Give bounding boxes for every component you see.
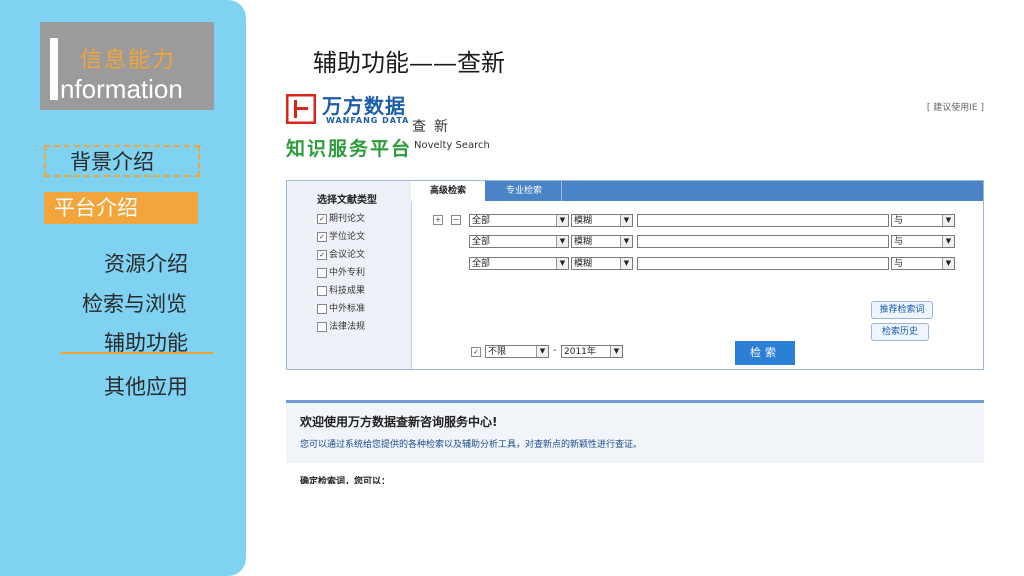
- field-select[interactable]: 全部 ▼: [469, 257, 569, 270]
- keyword-input[interactable]: [637, 235, 889, 248]
- logic-select[interactable]: 与 ▼: [891, 235, 955, 248]
- logic-select[interactable]: 与 ▼: [891, 214, 955, 227]
- nav-item-search-browse[interactable]: 检索与浏览: [82, 288, 187, 318]
- dropdown-arrow-icon: ▼: [556, 258, 568, 269]
- search-tabbar: 高级检索 专业检索: [411, 181, 983, 201]
- year-checkbox-icon[interactable]: ✓: [471, 347, 481, 357]
- year-from-select[interactable]: 不限 ▼: [485, 345, 549, 358]
- ie-hint: [ 建议使用IE ]: [926, 103, 984, 113]
- recommend-terms-button[interactable]: 推荐检索词: [871, 301, 933, 319]
- year-to-select[interactable]: 2011年 ▼: [561, 345, 623, 358]
- knowledge-platform: 知识服务平台: [286, 138, 413, 160]
- search-history-button[interactable]: 检索历史: [871, 323, 929, 341]
- logo-i-mark: [50, 38, 58, 100]
- welcome-title: 欢迎使用万方数据查新咨询服务中心!: [300, 415, 498, 429]
- match-select[interactable]: 模糊 ▼: [571, 214, 633, 227]
- checkbox-icon[interactable]: [317, 303, 327, 314]
- dropdown-arrow-icon: ▼: [942, 258, 954, 269]
- welcome-box: 欢迎使用万方数据查新咨询服务中心! 您可以通过系统给您提供的各种检索以及辅助分析…: [286, 403, 984, 463]
- dropdown-arrow-icon: ▼: [942, 236, 954, 247]
- dropdown-arrow-icon: ▼: [556, 215, 568, 226]
- nav-item-resources[interactable]: 资源介绍: [104, 248, 188, 278]
- checkbox-checked-icon[interactable]: ✓: [317, 231, 327, 242]
- doc-type-option[interactable]: ✓ 期刊论文: [317, 211, 365, 224]
- nav-item-other[interactable]: 其他应用: [104, 371, 188, 401]
- doc-type-option[interactable]: 中外专利: [317, 265, 365, 278]
- novelty-label: Novelty Search: [414, 140, 490, 151]
- dropdown-arrow-icon: ▼: [942, 215, 954, 226]
- novelty-search-screenshot: 万方数据 WANFANG DATA 查新 知识服务平台 Novelty Sear…: [286, 90, 984, 490]
- match-select[interactable]: 模糊 ▼: [571, 257, 633, 270]
- logic-select[interactable]: 与 ▼: [891, 257, 955, 270]
- field-select[interactable]: 全部 ▼: [469, 235, 569, 248]
- remove-row-icon[interactable]: −: [451, 215, 461, 225]
- slide-title: 辅助功能——查新: [313, 49, 505, 77]
- nav-item-platform[interactable]: 平台介绍: [44, 192, 198, 224]
- doc-type-option[interactable]: 法律法规: [317, 319, 365, 332]
- welcome-subtitle: 您可以通过系统给您提供的各种检索以及辅助分析工具，对查新点的新颖性进行查证。: [300, 440, 643, 450]
- dropdown-arrow-icon: ▼: [536, 346, 548, 357]
- tab-advanced-search[interactable]: 高级检索: [411, 181, 485, 201]
- dropdown-arrow-icon: ▼: [620, 236, 632, 247]
- logo-english-text: nformation: [60, 74, 183, 104]
- tab-professional-search[interactable]: 专业检索: [487, 181, 562, 201]
- keyword-input[interactable]: [637, 214, 889, 227]
- doc-type-column: 选择文献类型 ✓ 期刊论文 ✓ 学位论文 ✓ 会议论文 中外专利 科技成果 中外标准 …: [287, 181, 412, 369]
- year-separator: -: [553, 345, 557, 356]
- doc-type-option[interactable]: ✓ 会议论文: [317, 247, 365, 260]
- doc-type-option[interactable]: 科技成果: [317, 283, 365, 296]
- doc-type-option[interactable]: 中外标准: [317, 301, 365, 314]
- dropdown-arrow-icon: ▼: [610, 346, 622, 357]
- search-button[interactable]: 检索: [735, 341, 795, 365]
- checkbox-icon[interactable]: [317, 267, 327, 278]
- checkbox-icon[interactable]: [317, 321, 327, 332]
- dropdown-arrow-icon: ▼: [556, 236, 568, 247]
- logo-chinese-text: 信息能力: [80, 48, 177, 73]
- dropdown-arrow-icon: ▼: [620, 215, 632, 226]
- brand-name: 万方数据: [322, 94, 406, 118]
- match-select[interactable]: 模糊 ▼: [571, 235, 633, 248]
- checkbox-icon[interactable]: [317, 285, 327, 296]
- add-row-icon[interactable]: +: [433, 215, 443, 225]
- wanfang-logo-icon: [286, 94, 316, 124]
- doc-type-title: 选择文献类型: [317, 195, 377, 206]
- field-select[interactable]: 全部 ▼: [469, 214, 569, 227]
- check-label: 查新: [412, 119, 456, 135]
- dropdown-arrow-icon: ▼: [620, 258, 632, 269]
- doc-type-option[interactable]: ✓ 学位论文: [317, 229, 365, 242]
- checkbox-checked-icon[interactable]: ✓: [317, 213, 327, 224]
- checkbox-checked-icon[interactable]: ✓: [317, 249, 327, 260]
- sidebar: 信息能力 nformation 背景介绍 平台介绍 资源介绍 检索与浏览 辅助功…: [0, 0, 246, 576]
- cutoff-text: 确定检索词，您可以：: [300, 477, 391, 484]
- brand-english: WANFANG DATA: [326, 116, 410, 125]
- nav-item-background[interactable]: 背景介绍: [70, 146, 154, 176]
- search-panel: 选择文献类型 ✓ 期刊论文 ✓ 学位论文 ✓ 会议论文 中外专利 科技成果 中外标准 …: [286, 180, 984, 370]
- keyword-input[interactable]: [637, 257, 889, 270]
- nav-underline: [60, 352, 214, 354]
